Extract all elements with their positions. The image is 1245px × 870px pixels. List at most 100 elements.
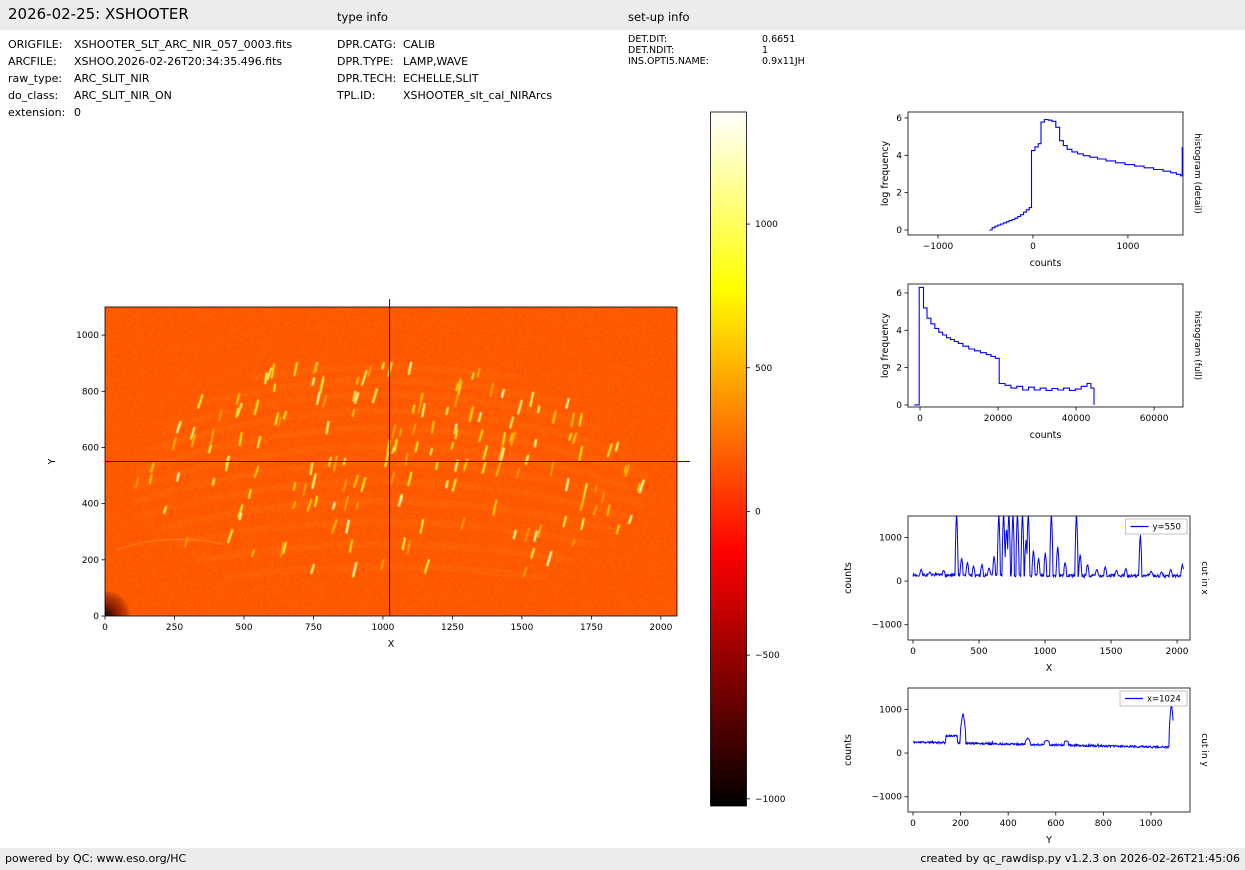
svg-text:X: X: [1046, 663, 1053, 674]
svg-text:500: 500: [755, 364, 772, 374]
extension-row: extension: 0: [8, 104, 292, 121]
dpr-type-value: LAMP,WAVE: [403, 55, 469, 68]
svg-text:4: 4: [896, 326, 902, 336]
svg-text:0: 0: [896, 401, 902, 411]
raw-type-value: ARC_SLIT_NIR: [74, 72, 150, 85]
svg-text:1000: 1000: [1034, 647, 1057, 657]
raw_image-svg: 0 250 500 750 1000 1250 1500 1750 2000 0 200 400 600…: [47, 299, 690, 650]
svg-text:2: 2: [896, 364, 902, 374]
det-ndit-label: DET.NDIT:: [628, 45, 675, 56]
file-info-block: ORIGFILE: XSHOOTER_SLT_ARC_NIR_057_0003.f…: [8, 36, 292, 121]
det-ndit-row: DET.NDIT: 1: [628, 45, 805, 56]
svg-text:200: 200: [82, 556, 99, 566]
svg-text:counts: counts: [1030, 258, 1062, 269]
svg-text:−500: −500: [755, 651, 780, 661]
svg-text:−1000: −1000: [923, 242, 954, 252]
svg-text:0: 0: [896, 749, 902, 759]
histogram-full-plot: 0 20000 40000 60000 0 2 4 6 counts log frequency h…: [840, 272, 1242, 452]
header-bar: 2026-02-25: XSHOOTER type info set-up in…: [0, 0, 1245, 30]
dpr-tech-label: DPR.TECH:: [337, 72, 397, 85]
dpr-catg-value: CALIB: [403, 38, 436, 51]
svg-text:1750: 1750: [580, 623, 603, 633]
histogram_detail-svg: −1000 0 1000 0 2 4 6 counts log frequency histogr…: [880, 111, 1202, 269]
svg-text:log frequency: log frequency: [880, 141, 891, 207]
svg-text:2: 2: [896, 189, 902, 199]
svg-text:40000: 40000: [1062, 414, 1091, 424]
svg-text:1000: 1000: [76, 331, 99, 341]
svg-text:0: 0: [896, 226, 902, 236]
det-ndit-value: 1: [762, 45, 769, 56]
dpr-type-row: DPR.TYPE: LAMP,WAVE: [337, 53, 552, 70]
origfile-label: ORIGFILE:: [8, 38, 63, 51]
svg-text:250: 250: [166, 623, 183, 633]
cut_x-svg: 0 500 1000 1500 2000 −1000 0 1000 Xcounts cut in …: [843, 515, 1209, 674]
histogram_full-svg: 0 20000 40000 60000 0 2 4 6 counts log frequency h…: [880, 283, 1202, 441]
svg-text:histogram (detail): histogram (detail): [1192, 133, 1202, 214]
det-dit-row: DET.DIT: 0.6651: [628, 34, 805, 45]
svg-text:1250: 1250: [441, 623, 464, 633]
ins-opti5-value: 0.9x11JH: [762, 56, 805, 67]
svg-text:600: 600: [82, 443, 99, 453]
svg-text:0: 0: [1030, 242, 1036, 252]
svg-text:1500: 1500: [510, 623, 533, 633]
footer-left-text: powered by QC: www.eso.org/HC: [5, 852, 187, 865]
svg-text:0: 0: [896, 577, 902, 587]
svg-text:2000: 2000: [649, 623, 672, 633]
do-class-label: do_class:: [8, 89, 59, 102]
svg-text:cut in y: cut in y: [1199, 733, 1209, 767]
svg-text:x=1024: x=1024: [1147, 695, 1181, 705]
svg-text:y=550: y=550: [1153, 523, 1181, 533]
setup-info-block: DET.DIT: 0.6651 DET.NDIT: 1 INS.OPTI5.NAME…: [628, 34, 805, 67]
svg-text:counts: counts: [843, 734, 854, 766]
svg-text:1000: 1000: [755, 220, 778, 230]
svg-text:0: 0: [917, 414, 923, 424]
svg-text:counts: counts: [1030, 430, 1062, 441]
page-title: 2026-02-25: XSHOOTER: [8, 5, 189, 23]
dpr-catg-row: DPR.CATG: CALIB: [337, 36, 552, 53]
tpl-id-label: TPL.ID:: [337, 89, 376, 102]
svg-text:20000: 20000: [984, 414, 1013, 424]
svg-text:0: 0: [910, 819, 916, 829]
svg-text:−1000: −1000: [872, 621, 903, 631]
dpr-catg-label: DPR.CATG:: [337, 38, 397, 51]
type-info-heading: type info: [337, 10, 388, 24]
extension-label: extension:: [8, 106, 66, 119]
svg-text:0: 0: [755, 507, 761, 517]
svg-text:Y: Y: [1045, 835, 1052, 846]
colorbar-svg: 1000 500 0 −500 −1000: [710, 111, 786, 807]
det-dit-label: DET.DIT:: [628, 34, 668, 45]
svg-text:cut in x: cut in x: [1199, 561, 1209, 595]
origfile-row: ORIGFILE: XSHOOTER_SLT_ARC_NIR_057_0003.f…: [8, 36, 292, 53]
type-info-block: DPR.CATG: CALIB DPR.TYPE: LAMP,WAVE DPR.TE…: [337, 36, 552, 104]
dpr-type-label: DPR.TYPE:: [337, 55, 394, 68]
svg-text:2000: 2000: [1166, 647, 1189, 657]
ins-opti5-row: INS.OPTI5.NAME: 0.9x11JH: [628, 56, 805, 67]
svg-text:400: 400: [82, 500, 99, 510]
cut-in-y-plot: 0 200 400 600 800 1000 −1000 0 1000 Ycounts cut in…: [840, 677, 1242, 862]
svg-text:4: 4: [896, 151, 902, 161]
svg-text:−1000: −1000: [872, 793, 903, 803]
footer-right-text: created by qc_rawdisp.py v1.2.3 on 2026-…: [920, 852, 1240, 865]
det-dit-value: 0.6651: [762, 34, 796, 45]
svg-text:log frequency: log frequency: [880, 313, 891, 379]
svg-text:0: 0: [102, 623, 108, 633]
qc-report-page: 2026-02-25: XSHOOTER type info set-up in…: [0, 0, 1245, 870]
svg-text:Y: Y: [47, 458, 58, 465]
svg-text:0: 0: [910, 647, 916, 657]
svg-text:1000: 1000: [879, 705, 902, 715]
tpl-id-row: TPL.ID: XSHOOTER_slt_cal_NIRArcs: [337, 87, 552, 104]
svg-text:1500: 1500: [1100, 647, 1123, 657]
arcfile-label: ARCFILE:: [8, 55, 57, 68]
extension-value: 0: [74, 106, 81, 119]
svg-text:−1000: −1000: [755, 795, 786, 805]
svg-text:1000: 1000: [1116, 242, 1139, 252]
svg-text:800: 800: [1095, 819, 1112, 829]
origfile-value: XSHOOTER_SLT_ARC_NIR_057_0003.fits: [74, 38, 293, 51]
ins-opti5-label: INS.OPTI5.NAME:: [628, 56, 709, 67]
arcfile-row: ARCFILE: XSHOO.2026-02-26T20:34:35.496.fi…: [8, 53, 292, 70]
do-class-row: do_class: ARC_SLIT_NIR_ON: [8, 87, 292, 104]
footer-bar: powered by QC: www.eso.org/HC created by…: [0, 848, 1245, 870]
svg-text:60000: 60000: [1140, 414, 1169, 424]
svg-text:1000: 1000: [1140, 819, 1163, 829]
svg-text:400: 400: [1000, 819, 1017, 829]
